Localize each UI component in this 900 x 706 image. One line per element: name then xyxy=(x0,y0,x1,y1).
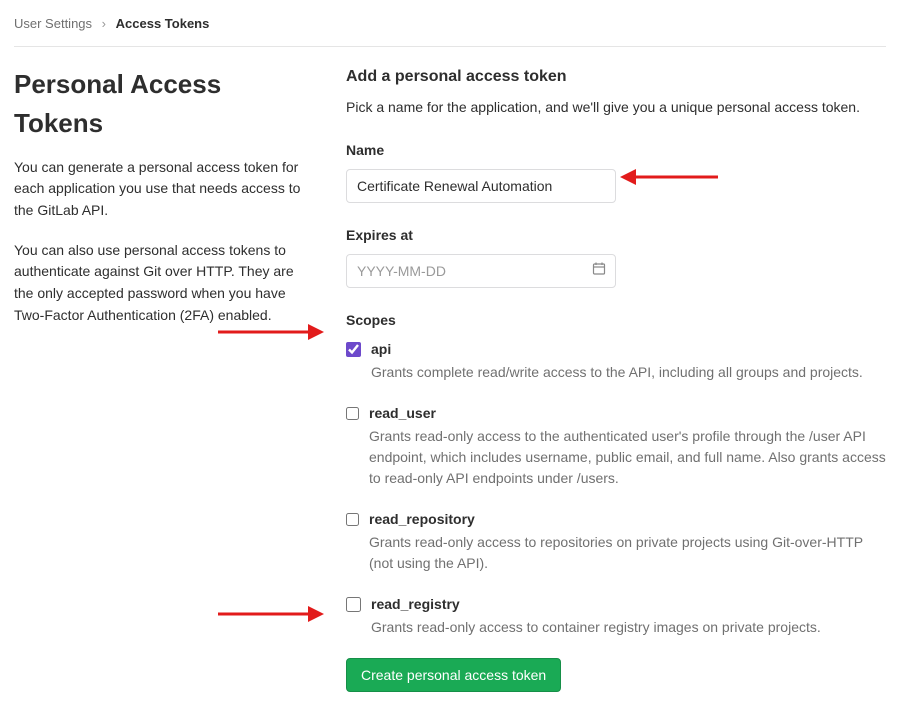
scope-desc-read-registry: Grants read-only access to container reg… xyxy=(371,617,821,638)
intro-paragraph-1: You can generate a personal access token… xyxy=(14,157,314,222)
form-column: Add a personal access token Pick a name … xyxy=(346,65,886,692)
breadcrumb: User Settings › Access Tokens xyxy=(14,14,886,47)
form-subheading: Pick a name for the application, and we'… xyxy=(346,97,886,118)
breadcrumb-current: Access Tokens xyxy=(116,16,210,31)
annotation-arrow-to-name xyxy=(620,162,720,192)
scope-checkbox-read-repository[interactable] xyxy=(346,512,359,527)
name-input[interactable] xyxy=(346,169,616,203)
scope-item-api: api Grants complete read/write access to… xyxy=(346,339,886,383)
breadcrumb-parent[interactable]: User Settings xyxy=(14,16,92,31)
scope-desc-read-repository: Grants read-only access to repositories … xyxy=(369,532,886,574)
scope-checkbox-read-user[interactable] xyxy=(346,406,359,421)
create-token-button[interactable]: Create personal access token xyxy=(346,658,561,692)
expires-input[interactable] xyxy=(346,254,616,288)
scope-name-read-user: read_user xyxy=(369,403,886,424)
scope-name-read-registry: read_registry xyxy=(371,594,821,615)
scope-desc-read-user: Grants read-only access to the authentic… xyxy=(369,426,886,489)
breadcrumb-separator: › xyxy=(102,16,106,31)
scope-checkbox-api[interactable] xyxy=(346,342,361,357)
scope-item-read-repository: read_repository Grants read-only access … xyxy=(346,509,886,574)
scope-name-read-repository: read_repository xyxy=(369,509,886,530)
intro-paragraph-2: You can also use personal access tokens … xyxy=(14,240,314,327)
scope-item-read-registry: read_registry Grants read-only access to… xyxy=(346,594,886,638)
scope-desc-api: Grants complete read/write access to the… xyxy=(371,362,863,383)
scope-name-api: api xyxy=(371,339,863,360)
scope-checkbox-read-registry[interactable] xyxy=(346,597,361,612)
page-title: Personal Access Tokens xyxy=(14,65,314,143)
form-heading: Add a personal access token xyxy=(346,65,886,89)
name-group: Name xyxy=(346,140,886,203)
scope-item-read-user: read_user Grants read-only access to the… xyxy=(346,403,886,489)
annotation-arrow-to-button xyxy=(214,599,324,629)
expires-label: Expires at xyxy=(346,225,886,246)
scopes-group: Scopes api Grants complete read/write ac… xyxy=(346,310,886,638)
scopes-label: Scopes xyxy=(346,310,886,331)
expires-group: Expires at xyxy=(346,225,886,288)
name-label: Name xyxy=(346,140,886,161)
intro-sidebar: Personal Access Tokens You can generate … xyxy=(14,65,314,692)
